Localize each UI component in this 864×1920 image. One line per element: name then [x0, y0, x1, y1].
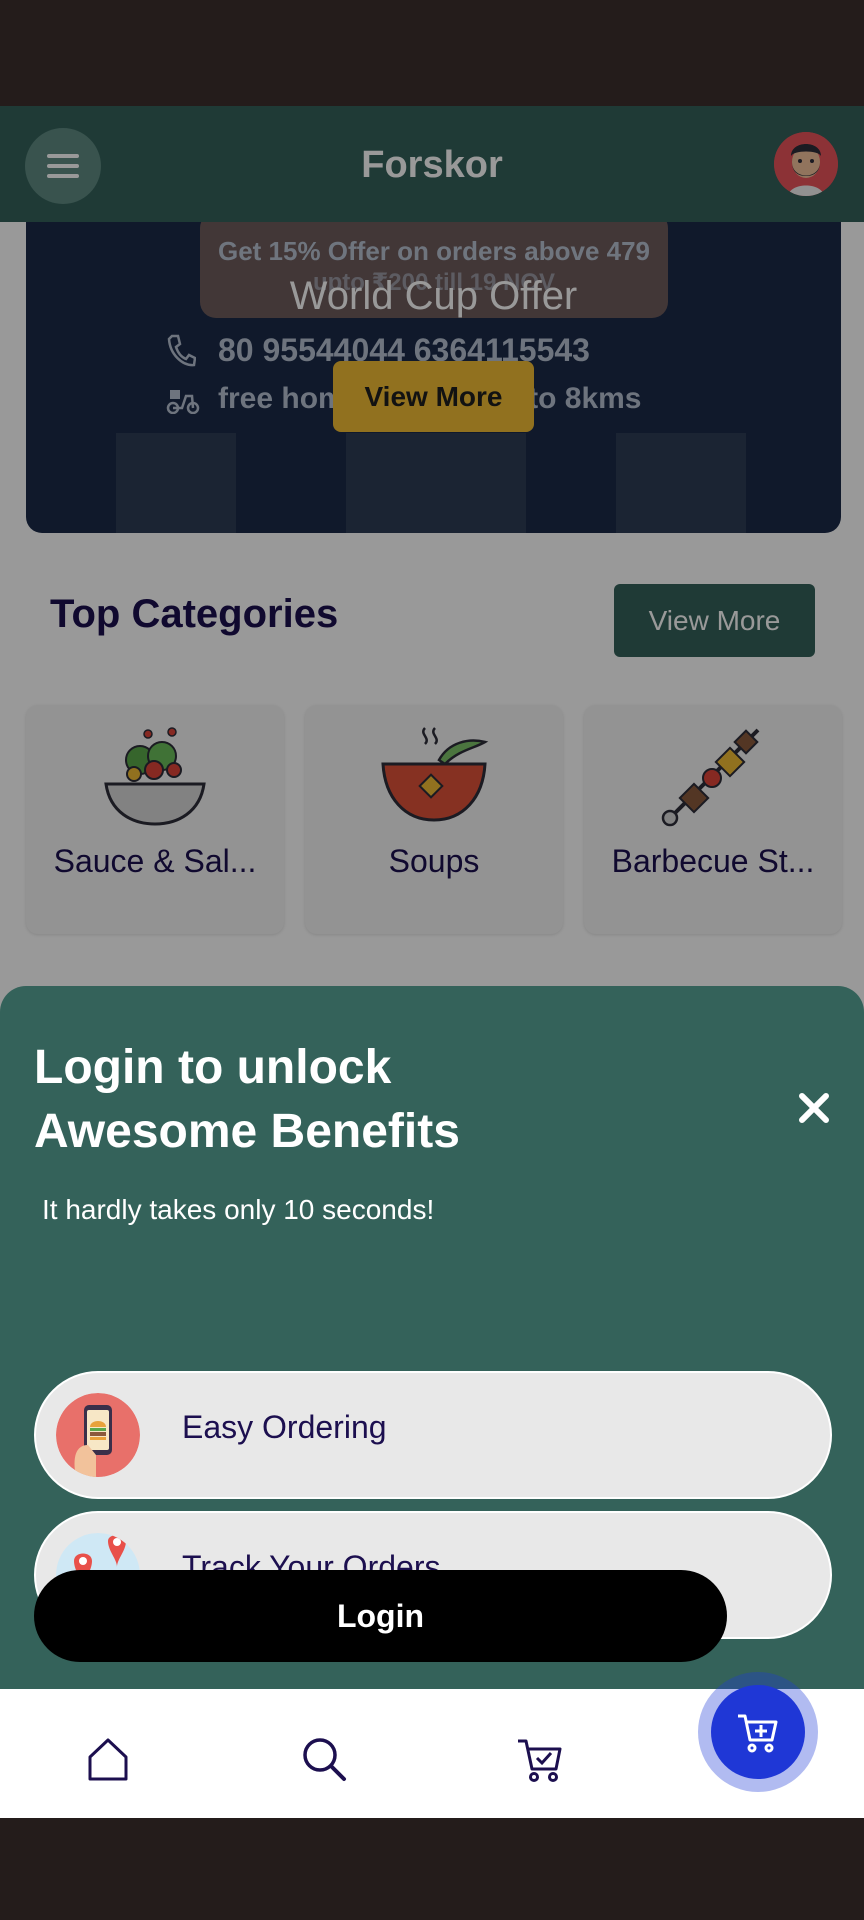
home-icon[interactable]: [84, 1735, 132, 1783]
benefit-label: Easy Ordering: [182, 1409, 387, 1445]
close-icon[interactable]: [794, 1088, 834, 1128]
login-bottom-sheet: Login to unlock Awesome Benefits It hard…: [0, 986, 864, 1795]
benefit-card-easy-ordering: Easy Ordering: [34, 1371, 832, 1499]
status-bar: [0, 0, 864, 106]
app-screen: Forskor Get 15% Offer on orders above 47…: [0, 106, 864, 1818]
phone-burger-icon: [56, 1393, 140, 1477]
add-to-cart-icon: [738, 1714, 778, 1753]
cart-check-icon[interactable]: [516, 1735, 564, 1783]
login-button[interactable]: Login: [34, 1570, 727, 1662]
add-to-cart-fab-button[interactable]: [711, 1685, 805, 1779]
system-nav-bar: [0, 1818, 864, 1920]
login-sheet-title: Login to unlock Awesome Benefits: [34, 1041, 460, 1158]
login-sheet-subtitle: It hardly takes only 10 seconds!: [42, 1194, 435, 1225]
search-icon[interactable]: [300, 1735, 348, 1783]
